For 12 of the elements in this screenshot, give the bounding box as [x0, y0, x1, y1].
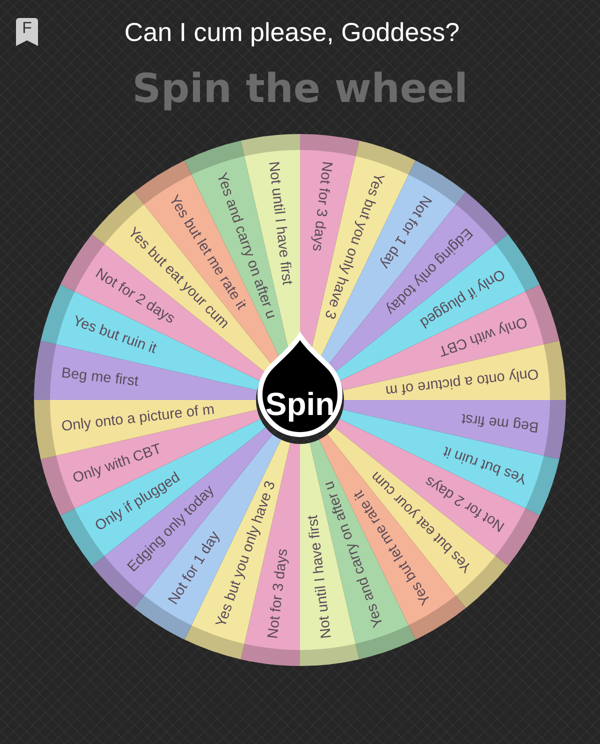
segment-label: Not for 3 days	[265, 548, 292, 640]
spin-button[interactable]: Spin	[258, 334, 342, 437]
segment-label: Not for 3 days	[308, 160, 335, 252]
segment-label: Beg me first	[60, 365, 140, 390]
segment-label: Beg me first	[460, 410, 540, 435]
segment-label: Only onto a picture of m	[60, 402, 216, 435]
segment-label: Only onto a picture of m	[384, 365, 540, 398]
wheel-heading: Spin the wheel	[132, 66, 468, 112]
bookmark-badge[interactable]: F	[16, 18, 38, 46]
segment-label: Not until I have first	[305, 514, 335, 640]
page-title: Can I cum please, Goddess?	[123, 16, 461, 48]
segment-label: Not until I have first	[265, 160, 295, 286]
